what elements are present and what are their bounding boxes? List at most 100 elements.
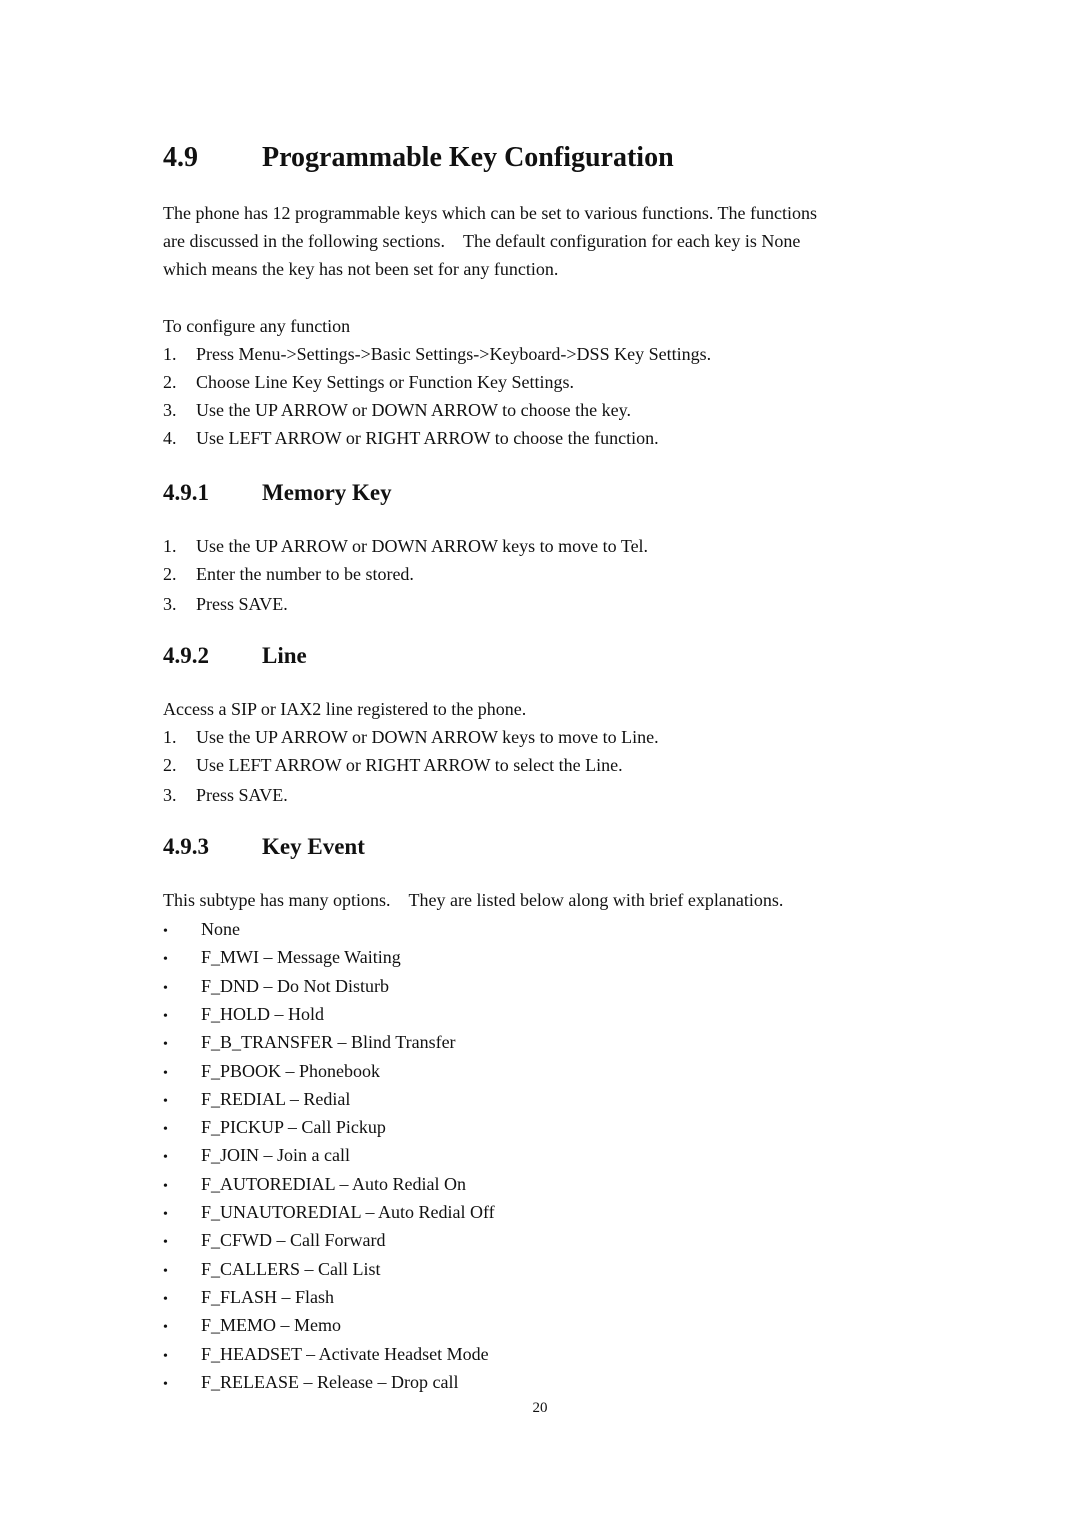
- line-intro: Access a SIP or IAX2 line registered to …: [163, 699, 527, 719]
- bullet-icon: •: [163, 1377, 168, 1392]
- bullet-icon: •: [163, 952, 168, 967]
- step-text: Use the UP ARROW or DOWN ARROW to choose…: [196, 400, 631, 420]
- subsection-number: 4.9.3: [163, 834, 209, 859]
- line-step: 1. Use the UP ARROW or DOWN ARROW keys to…: [163, 726, 659, 748]
- key-event-option: • None: [163, 918, 240, 943]
- step-number: 3.: [163, 785, 177, 805]
- bullet-icon: •: [163, 1264, 168, 1279]
- document-page: 4.9 Programmable Key Configuration The ph…: [0, 0, 1080, 1527]
- option-text: F_HEADSET – Activate Headset Mode: [201, 1344, 489, 1364]
- option-text: F_CALLERS – Call List: [201, 1259, 381, 1279]
- option-text: F_MEMO – Memo: [201, 1315, 342, 1335]
- option-text: F_RELEASE – Release – Drop call: [201, 1372, 459, 1392]
- subsection-number: 4.9.2: [163, 643, 209, 668]
- step-number: 1.: [163, 344, 177, 364]
- option-text: F_PICKUP – Call Pickup: [201, 1117, 386, 1137]
- step-number: 2.: [163, 564, 177, 584]
- bullet-icon: •: [163, 1122, 168, 1137]
- bullet-icon: •: [163, 1207, 168, 1222]
- subsection-number: 4.9.1: [163, 480, 209, 505]
- key-event-option: • F_AUTOREDIAL – Auto Redial On: [163, 1173, 466, 1198]
- key-event-option: • F_PICKUP – Call Pickup: [163, 1116, 386, 1141]
- section-title: Programmable Key Configuration: [262, 142, 674, 173]
- key-event-option: • F_JOIN – Join a call: [163, 1144, 350, 1169]
- configure-step: 4. Use LEFT ARROW or RIGHT ARROW to choos…: [163, 427, 659, 449]
- step-number: 4.: [163, 428, 177, 448]
- option-text: F_REDIAL – Redial: [201, 1089, 351, 1109]
- step-text: Use LEFT ARROW or RIGHT ARROW to select …: [196, 755, 623, 775]
- step-text: Use LEFT ARROW or RIGHT ARROW to choose …: [196, 428, 659, 448]
- key-event-option: • F_HEADSET – Activate Headset Mode: [163, 1343, 489, 1368]
- key-event-option: • F_DND – Do Not Disturb: [163, 975, 389, 1000]
- option-text: F_AUTOREDIAL – Auto Redial On: [201, 1174, 466, 1194]
- line-heading: 4.9.2 Line: [163, 643, 307, 669]
- bullet-icon: •: [163, 924, 168, 939]
- bullet-icon: •: [163, 1150, 168, 1165]
- key-event-option: • F_CFWD – Call Forward: [163, 1229, 386, 1254]
- option-text: F_HOLD – Hold: [201, 1004, 325, 1024]
- configure-step: 2. Choose Line Key Settings or Function K…: [163, 371, 574, 393]
- subsection-title: Line: [262, 643, 307, 668]
- key-event-option: • F_RELEASE – Release – Drop call: [163, 1371, 458, 1396]
- key-event-option: • F_FLASH – Flash: [163, 1286, 334, 1311]
- configure-step: 1. Press Menu->Settings->Basic Settings->…: [163, 343, 711, 365]
- bullet-icon: •: [163, 981, 168, 996]
- configure-label: To configure any function: [163, 316, 351, 336]
- step-number: 1.: [163, 536, 177, 556]
- step-number: 1.: [163, 727, 177, 747]
- page-number: 20: [532, 1400, 548, 1416]
- memory-key-step: 1. Use the UP ARROW or DOWN ARROW keys to…: [163, 535, 648, 557]
- bullet-icon: •: [163, 1066, 168, 1081]
- bullet-icon: •: [163, 1349, 168, 1364]
- bullet-icon: •: [163, 1009, 168, 1024]
- step-number: 2.: [163, 755, 177, 775]
- key-event-option: • F_CALLERS – Call List: [163, 1258, 381, 1283]
- option-text: F_PBOOK – Phonebook: [201, 1061, 381, 1081]
- step-text: Press Menu->Settings->Basic Settings->Ke…: [196, 344, 712, 364]
- bullet-icon: •: [163, 1320, 168, 1335]
- step-text: Use the UP ARROW or DOWN ARROW keys to m…: [196, 727, 659, 747]
- key-event-option: • F_REDIAL – Redial: [163, 1088, 350, 1113]
- memory-key-heading: 4.9.1 Memory Key: [163, 480, 392, 506]
- line-step: 2. Use LEFT ARROW or RIGHT ARROW to selec…: [163, 754, 623, 776]
- memory-key-step: 2. Enter the number to be stored.: [163, 563, 414, 585]
- key-event-option: • F_MWI – Message Waiting: [163, 946, 401, 971]
- key-event-option: • F_UNAUTOREDIAL – Auto Redial Off: [163, 1201, 495, 1226]
- bullet-icon: •: [163, 1179, 168, 1194]
- key-event-option: • F_MEMO – Memo: [163, 1314, 341, 1339]
- section-number: 4.9: [163, 142, 198, 173]
- step-number: 3.: [163, 594, 177, 614]
- option-text: None: [201, 919, 240, 939]
- bullet-icon: •: [163, 1037, 168, 1052]
- subsection-title: Key Event: [262, 834, 365, 859]
- section-heading: 4.9 Programmable Key Configuration: [163, 142, 674, 174]
- option-text: F_JOIN – Join a call: [201, 1145, 350, 1165]
- step-text: Press SAVE.: [196, 594, 288, 614]
- step-text: Use the UP ARROW or DOWN ARROW keys to m…: [196, 536, 649, 556]
- memory-key-step: 3. Press SAVE.: [163, 593, 288, 615]
- key-event-option: • F_PBOOK – Phonebook: [163, 1060, 380, 1085]
- step-text: Enter the number to be stored.: [196, 564, 414, 584]
- step-number: 3.: [163, 400, 177, 420]
- intro-line: The phone has 12 programmable keys which…: [163, 203, 818, 223]
- configure-step: 3. Use the UP ARROW or DOWN ARROW to choo…: [163, 399, 631, 421]
- option-text: F_MWI – Message Waiting: [201, 947, 401, 967]
- intro-line: are discussed in the following sections.…: [163, 231, 801, 251]
- key-event-heading: 4.9.3 Key Event: [163, 834, 365, 860]
- bullet-icon: •: [163, 1235, 168, 1250]
- line-step: 3. Press SAVE.: [163, 784, 288, 806]
- key-event-option: • F_HOLD – Hold: [163, 1003, 324, 1028]
- step-text: Press SAVE.: [196, 785, 288, 805]
- key-event-intro: This subtype has many options. They are …: [163, 890, 784, 910]
- option-text: F_CFWD – Call Forward: [201, 1230, 386, 1250]
- option-text: F_FLASH – Flash: [201, 1287, 335, 1307]
- option-text: F_B_TRANSFER – Blind Transfer: [201, 1032, 456, 1052]
- key-event-option: • F_B_TRANSFER – Blind Transfer: [163, 1031, 456, 1056]
- bullet-icon: •: [163, 1292, 168, 1307]
- subsection-title: Memory Key: [262, 480, 392, 505]
- bullet-icon: •: [163, 1094, 168, 1109]
- step-text: Choose Line Key Settings or Function Key…: [196, 372, 574, 392]
- option-text: F_DND – Do Not Disturb: [201, 976, 390, 996]
- intro-line: which means the key has not been set for…: [163, 259, 559, 279]
- option-text: F_UNAUTOREDIAL – Auto Redial Off: [201, 1202, 495, 1222]
